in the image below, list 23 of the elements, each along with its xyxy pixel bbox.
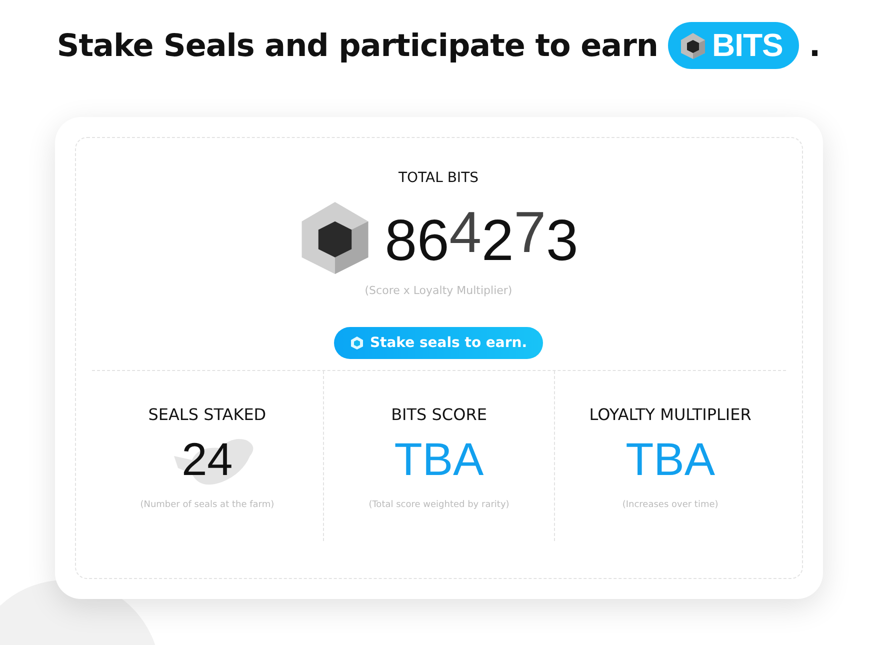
counter-digit: 2 xyxy=(482,209,514,273)
counter-digit: 3 xyxy=(546,209,578,273)
counter-digit: 6 xyxy=(416,209,450,273)
formula-note: (Score x Loyalty Multiplier) xyxy=(364,284,512,297)
stat-note: (Total score weighted by rarity) xyxy=(368,500,510,510)
counter-digit: 7 xyxy=(514,201,546,265)
stat-value: TBA xyxy=(394,432,484,486)
stat-note: (Number of seals at the farm) xyxy=(140,500,274,510)
cube-icon xyxy=(350,336,364,350)
stat-value: TBA xyxy=(626,432,716,486)
stake-button[interactable]: Stake seals to earn. xyxy=(334,327,544,359)
stat-label: LOYALTY MULTIPLIER xyxy=(589,405,752,424)
stat-label: BITS SCORE xyxy=(391,405,487,424)
stat-label: SEALS STAKED xyxy=(148,405,266,424)
stat-note: (Increases over time) xyxy=(622,500,718,510)
headline: Stake Seals and participate to earn xyxy=(56,28,658,64)
total-bits-label: TOTAL BITS xyxy=(398,170,479,186)
counter-digit: 8 xyxy=(384,209,417,273)
stat-value: 24 xyxy=(182,432,233,486)
cube-icon xyxy=(680,32,706,60)
bits-badge: BITS xyxy=(668,22,799,69)
counter-digit: 4 xyxy=(449,201,482,265)
period: . xyxy=(808,28,820,64)
